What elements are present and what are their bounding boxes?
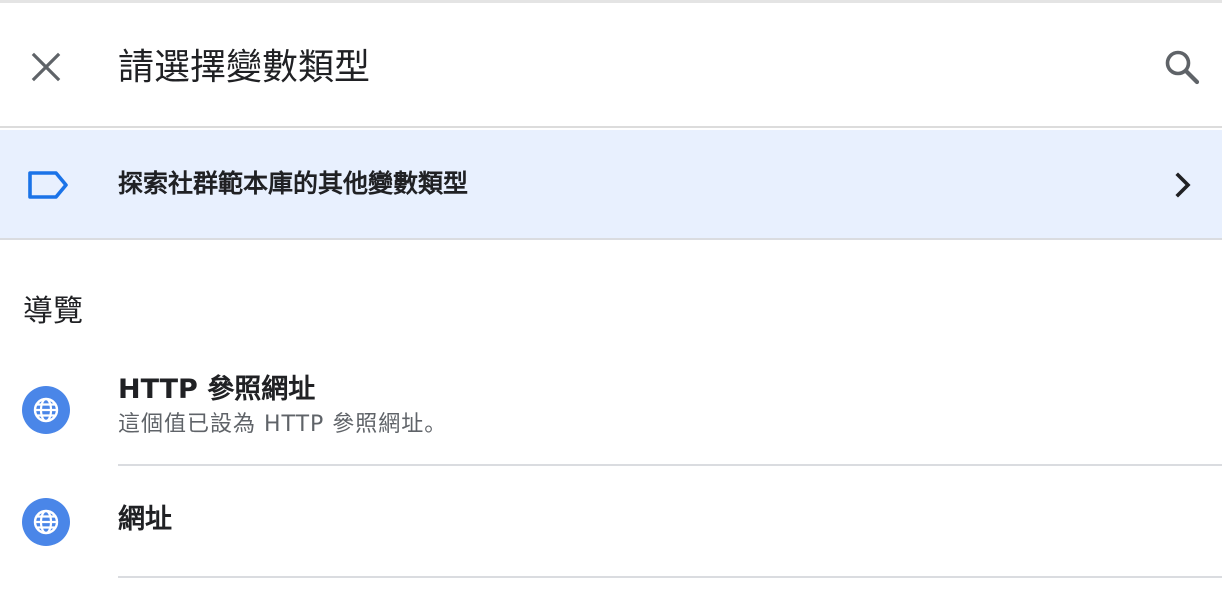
chevron-right-icon: [1175, 172, 1191, 198]
list-item-http-referrer[interactable]: HTTP 參照網址 這個值已設為 HTTP 參照網址。: [0, 370, 1222, 466]
list-item-name: 網址: [118, 504, 172, 535]
close-icon: [31, 52, 61, 82]
list-item-url[interactable]: 網址: [0, 466, 1222, 578]
search-button[interactable]: [1154, 39, 1210, 95]
dialog-header: 請選擇變數類型: [0, 3, 1222, 128]
list-divider: [118, 576, 1222, 578]
globe-icon: [22, 386, 70, 434]
list-item-name: HTTP 參照網址: [118, 374, 316, 405]
section-title: 導覽: [23, 294, 83, 329]
tag-icon: [28, 171, 68, 199]
community-gallery-link[interactable]: 探索社群範本庫的其他變數類型: [0, 130, 1222, 240]
variable-type-list: 導覽 HTTP 參照網址 這個值已設為 HTTP 參照網址。 網址: [0, 242, 1222, 596]
globe-icon: [22, 498, 70, 546]
close-button[interactable]: [18, 39, 74, 95]
page-title: 請選擇變數類型: [118, 47, 371, 88]
list-item-description: 這個值已設為 HTTP 參照網址。: [118, 412, 448, 437]
search-icon: [1165, 50, 1200, 85]
community-gallery-label: 探索社群範本庫的其他變數類型: [118, 169, 469, 198]
